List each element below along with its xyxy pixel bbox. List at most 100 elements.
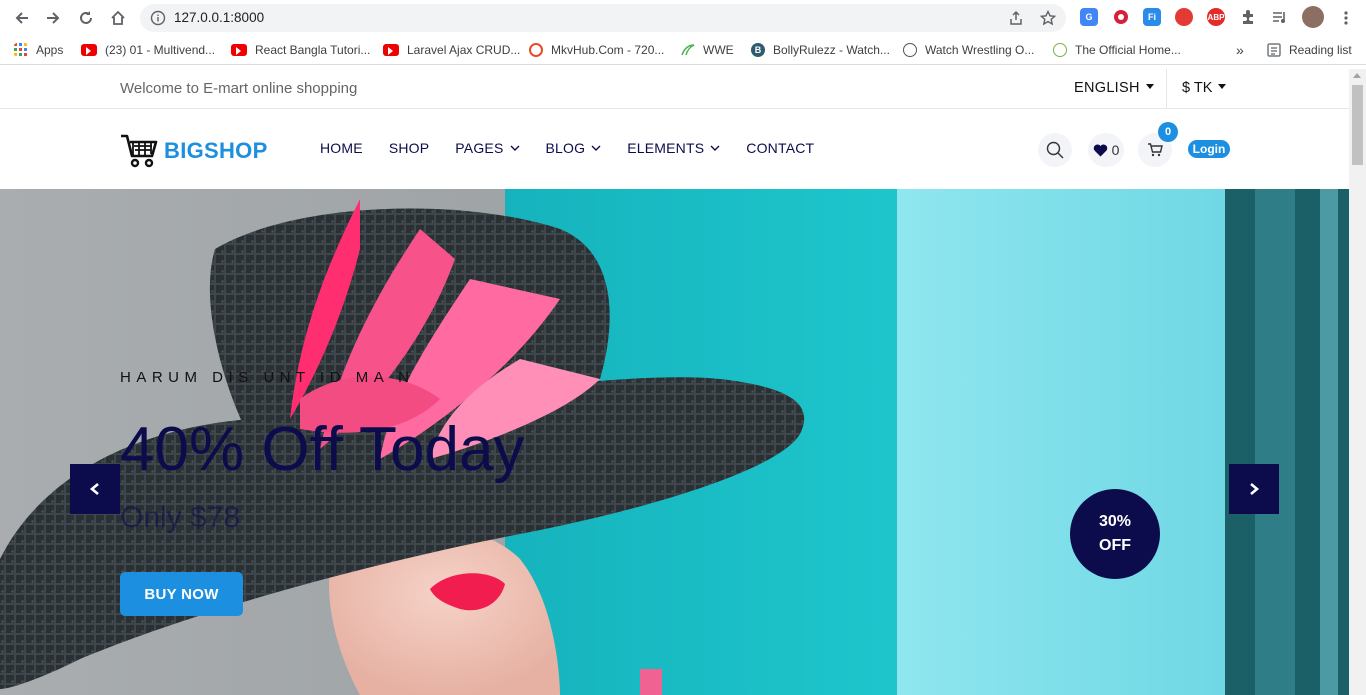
youtube-icon bbox=[383, 44, 399, 56]
profile-avatar[interactable] bbox=[1302, 6, 1324, 28]
site-logo[interactable]: BIGSHOP bbox=[120, 133, 268, 169]
bookmark-label: BollyRulezz - Watch... bbox=[773, 43, 890, 57]
bookmark-label: WWE bbox=[703, 43, 734, 57]
slider-prev-button[interactable] bbox=[70, 464, 120, 514]
mkvhub-icon bbox=[529, 43, 543, 57]
menu-label: ELEMENTS bbox=[627, 140, 705, 156]
wwe-icon bbox=[681, 44, 695, 56]
bookmarks-bar: Apps (23) 01 - Multivend... React Bangla… bbox=[0, 36, 1366, 65]
menu-shop[interactable]: SHOP bbox=[389, 140, 429, 156]
bookmark-multivendor[interactable]: (23) 01 - Multivend... bbox=[81, 41, 215, 59]
wishlist-count: 0 bbox=[1111, 142, 1120, 158]
currency-label: $ TK bbox=[1182, 80, 1213, 96]
forward-icon[interactable] bbox=[41, 6, 65, 30]
fi-extension-icon[interactable]: Fi bbox=[1143, 8, 1161, 26]
extensions-puzzle-icon[interactable] bbox=[1239, 8, 1257, 26]
bookmark-star-icon[interactable] bbox=[1039, 9, 1057, 26]
scrollbar-thumb[interactable] bbox=[1352, 85, 1363, 165]
scroll-up-icon[interactable] bbox=[1353, 73, 1361, 78]
main-menu: HOME SHOP PAGES BLOG ELEMENTS CONTACT bbox=[320, 140, 840, 156]
translate-extension-icon[interactable]: G bbox=[1080, 8, 1098, 26]
chevron-right-icon bbox=[1250, 483, 1260, 495]
reading-list[interactable]: Reading list bbox=[1267, 41, 1352, 59]
language-dropdown[interactable]: ENGLISH bbox=[1074, 80, 1154, 96]
share-icon[interactable] bbox=[1008, 10, 1024, 26]
bookmark-wwe[interactable]: WWE bbox=[681, 41, 734, 59]
chevron-down-icon bbox=[510, 145, 519, 151]
bookmark-apps[interactable]: Apps bbox=[14, 41, 63, 59]
menu-label: BLOG bbox=[545, 140, 586, 156]
adblock-extension-icon[interactable]: ABP bbox=[1207, 8, 1225, 26]
shield-extension-icon[interactable] bbox=[1175, 8, 1193, 26]
menu-label: CONTACT bbox=[746, 140, 815, 156]
cart-icon bbox=[1148, 143, 1163, 157]
search-button[interactable] bbox=[1038, 133, 1072, 167]
bookmark-label: MkvHub.Com - 720... bbox=[551, 43, 665, 57]
search-icon bbox=[1046, 141, 1064, 159]
wordpress-icon bbox=[903, 43, 917, 57]
home-icon[interactable] bbox=[106, 6, 130, 30]
cart-count-badge: 0 bbox=[1158, 122, 1178, 142]
page-scrollbar[interactable] bbox=[1349, 69, 1366, 695]
bookmark-label: Laravel Ajax CRUD... bbox=[407, 43, 521, 57]
buy-now-button[interactable]: BUY NOW bbox=[120, 572, 243, 616]
divider bbox=[1166, 69, 1167, 109]
bookmark-bollyrulezz[interactable]: B BollyRulezz - Watch... bbox=[751, 41, 890, 59]
bookmark-label: (23) 01 - Multivend... bbox=[105, 43, 216, 57]
reading-list-label: Reading list bbox=[1289, 43, 1352, 57]
menu-pages[interactable]: PAGES bbox=[455, 140, 519, 156]
menu-home[interactable]: HOME bbox=[320, 140, 363, 156]
chevron-down-icon bbox=[591, 145, 601, 151]
chevron-down-icon bbox=[710, 145, 720, 151]
reading-list-icon bbox=[1267, 43, 1281, 57]
menu-blog[interactable]: BLOG bbox=[546, 140, 602, 156]
shopping-cart-logo-icon bbox=[121, 134, 158, 168]
welcome-text: Welcome to E-mart online shopping bbox=[120, 80, 358, 97]
bookmark-label: Apps bbox=[36, 43, 64, 57]
currency-dropdown[interactable]: $ TK bbox=[1182, 80, 1227, 96]
bollyrulezz-icon: B bbox=[751, 43, 765, 57]
bookmark-label: React Bangla Tutori... bbox=[255, 43, 371, 57]
official-home-icon bbox=[1053, 43, 1067, 57]
slider-next-button[interactable] bbox=[1229, 464, 1279, 514]
menu-label: SHOP bbox=[388, 140, 430, 156]
menu-elements[interactable]: ELEMENTS bbox=[627, 140, 720, 156]
hero-price: Only $78 bbox=[120, 501, 241, 534]
more-menu-icon[interactable] bbox=[1334, 6, 1358, 30]
apps-grid-icon bbox=[14, 43, 27, 56]
address-bar[interactable]: 127.0.0.1:8000 bbox=[140, 4, 1066, 32]
bookmark-official-home[interactable]: The Official Home... bbox=[1053, 41, 1181, 59]
bookmark-laravel-ajax[interactable]: Laravel Ajax CRUD... bbox=[383, 41, 520, 59]
language-label: ENGLISH bbox=[1074, 80, 1140, 96]
login-button[interactable]: Login bbox=[1188, 140, 1230, 158]
caret-down-icon bbox=[1218, 83, 1227, 89]
hero-subtitle: HARUM DIS UNT ID MA N bbox=[120, 369, 415, 386]
youtube-icon bbox=[81, 44, 97, 56]
site-info-icon[interactable] bbox=[150, 10, 166, 26]
logo-text: BIGSHOP bbox=[164, 138, 268, 163]
page-viewport: Welcome to E-mart online shopping ENGLIS… bbox=[0, 69, 1349, 695]
top-info-bar: Welcome to E-mart online shopping ENGLIS… bbox=[0, 69, 1349, 109]
reload-icon[interactable] bbox=[74, 6, 98, 30]
menu-label: PAGES bbox=[455, 140, 504, 156]
bookmark-label: The Official Home... bbox=[1075, 43, 1181, 57]
site-header: BIGSHOP HOME SHOP PAGES BLOG ELEMENTS CO… bbox=[0, 109, 1349, 189]
menu-contact[interactable]: CONTACT bbox=[746, 140, 814, 156]
back-icon[interactable] bbox=[10, 6, 34, 30]
bookmarks-overflow[interactable]: » bbox=[1236, 41, 1244, 59]
youtube-icon bbox=[231, 44, 247, 56]
media-control-icon[interactable] bbox=[1271, 8, 1289, 26]
bookmark-react-bangla[interactable]: React Bangla Tutori... bbox=[231, 41, 370, 59]
record-extension-icon[interactable] bbox=[1112, 8, 1130, 26]
discount-percent: 30% bbox=[1098, 513, 1132, 530]
browser-toolbar: 127.0.0.1:8000 G Fi ABP bbox=[0, 0, 1366, 36]
wishlist-button[interactable]: 0 bbox=[1088, 133, 1124, 167]
bookmark-watch-wrestling[interactable]: Watch Wrestling O... bbox=[903, 41, 1034, 59]
caret-down-icon bbox=[1145, 83, 1154, 89]
heart-icon bbox=[1093, 144, 1107, 156]
bookmark-label: Watch Wrestling O... bbox=[925, 43, 1035, 57]
menu-label: HOME bbox=[320, 140, 363, 156]
chevron-left-icon bbox=[89, 483, 99, 495]
bookmark-mkvhub[interactable]: MkvHub.Com - 720... bbox=[529, 41, 664, 59]
url-text: 127.0.0.1:8000 bbox=[174, 10, 265, 25]
